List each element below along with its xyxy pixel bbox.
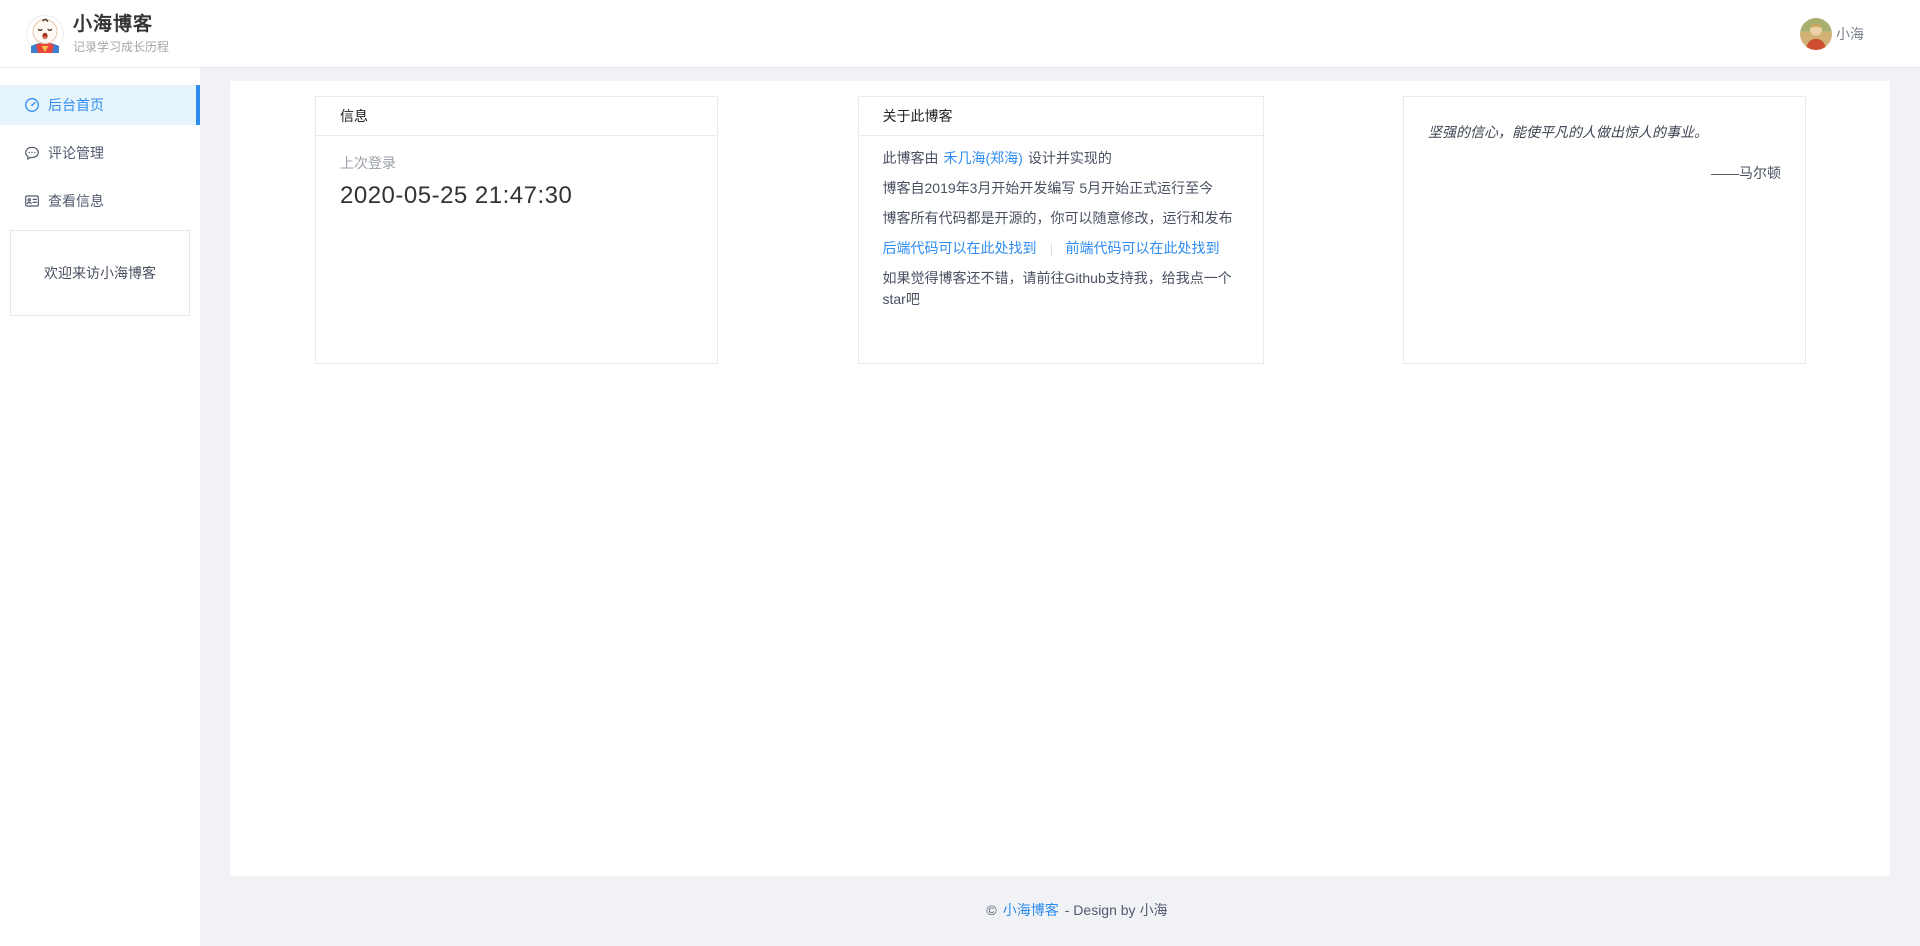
info-card: 信息 上次登录 2020-05-25 21:47:30	[315, 96, 718, 364]
sidebar-item-label: 查看信息	[48, 191, 104, 211]
quote-card-body: 坚强的信心，能使平凡的人做出惊人的事业。 ——马尔顿	[1404, 97, 1805, 208]
sidebar-item-view-info[interactable]: 查看信息	[0, 181, 200, 221]
about-line1-post: 设计并实现的	[1028, 150, 1112, 166]
copyright-symbol: ©	[986, 902, 996, 918]
about-line-1: 此博客由禾几海(郑海) 设计并实现的	[883, 148, 1239, 169]
about-card-body: 此博客由禾几海(郑海) 设计并实现的 博客自2019年3月开始开发编写 5月开始正…	[859, 136, 1263, 335]
footer-author: 小海	[1140, 900, 1168, 920]
user-avatar[interactable]	[1800, 18, 1832, 50]
sidebar-menu: 后台首页 评论管理	[0, 85, 200, 221]
about-line-4: 后端代码可以在此处找到 前端代码可以在此处找到	[883, 238, 1239, 259]
cards-row: 信息 上次登录 2020-05-25 21:47:30 关于此博客 此博客由禾几…	[315, 96, 1806, 364]
sidebar-item-label: 后台首页	[48, 95, 104, 115]
sidebar-item-dashboard[interactable]: 后台首页	[0, 85, 200, 125]
site-logo-icon	[26, 15, 64, 53]
about-line-2: 博客自2019年3月开始开发编写 5月开始正式运行至今	[883, 178, 1239, 199]
about-line1-pre: 此博客由	[883, 150, 939, 166]
welcome-box: 欢迎来访小海博客	[10, 230, 190, 316]
about-line-3: 博客所有代码都是开源的，你可以随意修改，运行和发布	[883, 208, 1239, 229]
footer-middle-text: - Design by	[1065, 902, 1136, 918]
about-line-5: 如果觉得博客还不错，请前往Github支持我，给我点一个star吧	[883, 268, 1239, 310]
author-link[interactable]: 禾几海(郑海)	[944, 150, 1023, 166]
quote-card: 坚强的信心，能使平凡的人做出惊人的事业。 ——马尔顿	[1403, 96, 1806, 364]
idcard-icon	[24, 193, 40, 209]
user-name[interactable]: 小海	[1836, 24, 1864, 44]
sidebar-item-label: 评论管理	[48, 143, 104, 163]
info-card-title: 信息	[316, 97, 717, 136]
app-header: 小海博客 记录学习成长历程 小海	[0, 0, 1920, 68]
app-footer: © 小海博客 - Design by 小海	[230, 876, 1920, 944]
site-subtitle: 记录学习成长历程	[73, 38, 169, 55]
dashboard-icon	[24, 97, 40, 113]
brand: 小海博客 记录学习成长历程	[26, 13, 169, 55]
last-login-time: 2020-05-25 21:47:30	[340, 182, 693, 210]
frontend-code-link[interactable]: 前端代码可以在此处找到	[1066, 240, 1220, 256]
backend-code-link[interactable]: 后端代码可以在此处找到	[883, 240, 1037, 256]
info-card-body: 上次登录 2020-05-25 21:47:30	[316, 136, 717, 226]
footer-site-link[interactable]: 小海博客	[1003, 900, 1059, 920]
main-panel: 信息 上次登录 2020-05-25 21:47:30 关于此博客 此博客由禾几…	[230, 81, 1890, 876]
message-icon	[24, 145, 40, 161]
sidebar-item-comments[interactable]: 评论管理	[0, 133, 200, 173]
about-card-title: 关于此博客	[859, 97, 1263, 136]
user-menu[interactable]: 小海	[1800, 18, 1864, 50]
vertical-divider	[1051, 243, 1052, 256]
quote-text: 坚强的信心，能使平凡的人做出惊人的事业。	[1428, 122, 1781, 142]
quote-author: ——马尔顿	[1428, 163, 1781, 183]
site-title: 小海博客	[73, 13, 169, 36]
brand-text: 小海博客 记录学习成长历程	[73, 13, 169, 55]
welcome-text: 欢迎来访小海博客	[44, 263, 156, 283]
last-login-label: 上次登录	[340, 153, 693, 173]
sidebar: 后台首页 评论管理	[0, 68, 200, 946]
about-card: 关于此博客 此博客由禾几海(郑海) 设计并实现的 博客自2019年3月开始开发编写…	[858, 96, 1264, 364]
